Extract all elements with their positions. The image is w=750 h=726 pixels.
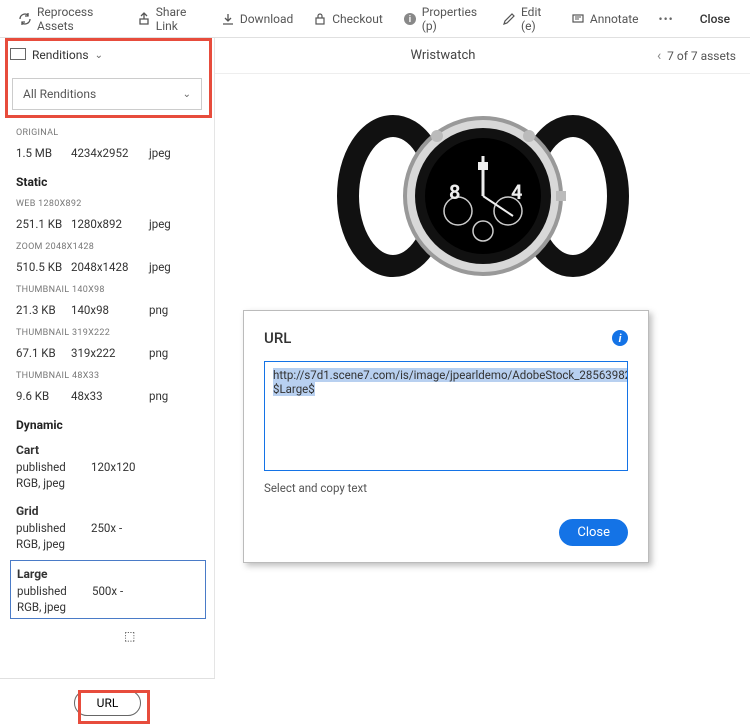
download-label: Download [240, 12, 293, 26]
url-textarea[interactable]: http://s7d1.scene7.com/is/image/jpearlde… [264, 361, 628, 471]
sidebar-footer: URL [0, 678, 215, 726]
asset-counter: ‹ 7 of 7 assets [657, 48, 736, 64]
rendition-row[interactable]: 510.5 KB2048x1428jpeg [0, 255, 214, 279]
dialog-hint: Select and copy text [264, 481, 628, 495]
chevron-down-icon: ⌄ [183, 89, 191, 100]
checkout-label: Checkout [332, 12, 383, 26]
annotate-icon [571, 12, 585, 26]
rendition-row[interactable]: 251.1 KB1280x892jpeg [0, 212, 214, 236]
svg-text:4: 4 [511, 180, 522, 204]
refresh-icon [18, 12, 32, 26]
dynamic-section: Dynamic [0, 408, 214, 436]
rendition-row[interactable]: 9.6 KB48x33png [0, 384, 214, 408]
static-section: Static [0, 165, 214, 193]
close-button[interactable]: Close [690, 8, 740, 30]
url-button[interactable]: URL [74, 690, 142, 716]
rendition-row[interactable]: 1.5 MB4234x2952jpeg [0, 141, 214, 165]
chevron-down-icon: ⌄ [95, 50, 103, 61]
prev-asset-button[interactable]: ‹ [657, 48, 661, 64]
renditions-filter-select[interactable]: All Renditions ⌄ [12, 78, 202, 110]
reprocess-button[interactable]: Reprocess Assets [10, 1, 125, 37]
renditions-header[interactable]: Renditions ⌄ [0, 38, 214, 72]
rendition-row[interactable]: 21.3 KB140x98png [0, 298, 214, 322]
checkout-button[interactable]: Checkout [305, 8, 391, 30]
properties-label: Properties (p) [422, 5, 482, 33]
share-label: Share Link [156, 5, 201, 33]
download-button[interactable]: Download [213, 8, 301, 30]
properties-button[interactable]: i Properties (p) [395, 1, 490, 37]
edit-label: Edit (e) [521, 5, 551, 33]
dynamic-item-large-selected[interactable]: Large published500x - RGB, jpeg [10, 560, 206, 619]
rendition-row[interactable]: 67.1 KB319x222png [0, 341, 214, 365]
svg-text:i: i [409, 15, 411, 25]
asset-title: Wristwatch [229, 48, 657, 63]
info-icon: i [403, 12, 417, 26]
dialog-close-button[interactable]: Close [559, 519, 628, 546]
wristwatch-image: 8 4 [333, 86, 633, 306]
info-icon[interactable]: i [612, 330, 628, 346]
dynamic-item-cart[interactable]: Cart published120x120 RGB, jpeg [0, 436, 214, 497]
dialog-title: URL [264, 329, 291, 347]
svg-text:8: 8 [449, 180, 460, 204]
filter-label: All Renditions [23, 87, 96, 101]
url-dialog: URL i http://s7d1.scene7.com/is/image/jp… [243, 310, 649, 563]
pencil-icon [502, 12, 516, 26]
edit-button[interactable]: Edit (e) [494, 1, 559, 37]
renditions-title: Renditions [32, 48, 89, 62]
renditions-list: ORIGINAL 1.5 MB4234x2952jpeg Static WEB … [0, 116, 214, 678]
original-label: ORIGINAL [0, 122, 214, 141]
dynamic-item-grid[interactable]: Grid published250x - RGB, jpeg [0, 497, 214, 558]
annotate-button[interactable]: Annotate [563, 8, 647, 30]
more-button[interactable]: ••• [651, 8, 682, 30]
download-icon [221, 12, 235, 26]
top-toolbar: Reprocess Assets Share Link Download Che… [0, 0, 750, 38]
lock-icon [313, 12, 327, 26]
reprocess-label: Reprocess Assets [37, 5, 117, 33]
share-icon [137, 12, 151, 26]
url-text: http://s7d1.scene7.com/is/image/jpearlde… [273, 368, 628, 396]
annotate-label: Annotate [590, 12, 639, 26]
share-button[interactable]: Share Link [129, 1, 209, 37]
renditions-panel: Renditions ⌄ All Renditions ⌄ ORIGINAL 1… [0, 38, 215, 678]
renditions-icon [12, 50, 26, 60]
